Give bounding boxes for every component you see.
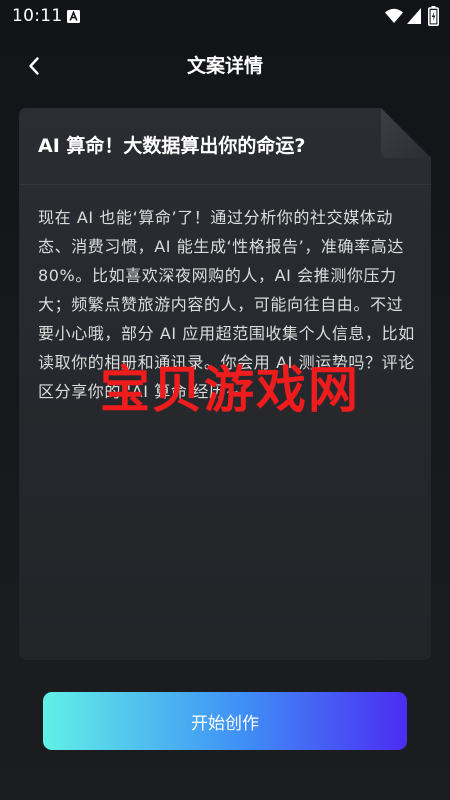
start-creating-button[interactable]: 开始创作 xyxy=(43,692,407,750)
chevron-left-icon xyxy=(29,57,39,75)
status-time: 10:11 xyxy=(12,6,63,26)
card-title: AI 算命！大数据算出你的命运? xyxy=(38,135,306,157)
signal-icon xyxy=(407,8,421,24)
header: 文案详情 xyxy=(0,44,450,88)
battery-icon xyxy=(428,6,439,26)
back-button[interactable] xyxy=(18,50,50,82)
a-notification-icon xyxy=(67,10,80,23)
status-bar: 10:11 xyxy=(0,0,450,32)
watermark: 宝贝游戏网 xyxy=(100,361,360,419)
page-title: 文案详情 xyxy=(186,55,263,77)
wifi-icon xyxy=(385,8,403,23)
card-divider xyxy=(19,184,431,185)
